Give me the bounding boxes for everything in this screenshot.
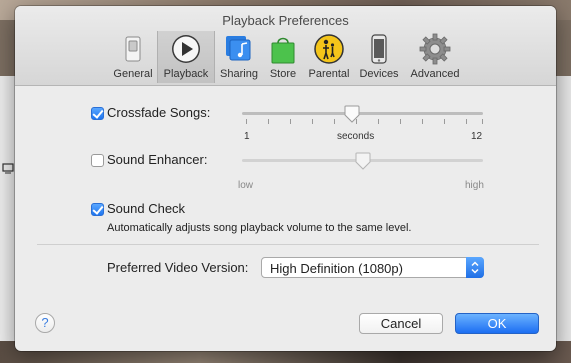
tab-devices-label: Devices [359, 68, 399, 80]
crossfade-tick [378, 119, 379, 124]
tab-sharing[interactable]: Sharing [215, 31, 263, 83]
switch-icon [125, 36, 141, 62]
crossfade-tick [466, 119, 467, 124]
video-version-select[interactable]: High Definition (1080p) [261, 257, 484, 278]
play-icon [172, 35, 200, 63]
tab-playback[interactable]: Playback [157, 31, 215, 83]
ok-button[interactable]: OK [455, 313, 539, 334]
sound-check-checkbox[interactable] [91, 203, 104, 216]
crossfade-unit-label: seconds [337, 131, 375, 142]
crossfade-checkbox[interactable] [91, 107, 104, 120]
tab-advanced-label: Advanced [410, 68, 460, 80]
enhancer-high-label: high [465, 180, 484, 191]
crossfade-tick [400, 119, 401, 124]
crossfade-min-label: 1 [244, 131, 250, 142]
enhancer-low-label: low [238, 180, 254, 191]
crossfade-tick [422, 119, 423, 124]
tab-store[interactable]: Store [263, 31, 303, 83]
window-title: Playback Preferences [222, 13, 349, 28]
divider [37, 244, 539, 245]
sound-enhancer-label: Sound Enhancer: [107, 152, 208, 167]
preferences-dialog: Playback Preferences General Playback Sh… [15, 6, 556, 351]
shopping-bag-icon [271, 37, 295, 64]
tab-playback-label: Playback [163, 68, 209, 80]
sound-check-label: Sound Check [107, 201, 186, 216]
crossfade-tick [312, 119, 313, 124]
crossfade-label: Crossfade Songs: [107, 105, 211, 120]
select-chevron-icon [466, 257, 484, 278]
sound-enhancer-checkbox[interactable] [91, 154, 104, 167]
cancel-button[interactable]: Cancel [359, 313, 443, 334]
crossfade-tick [444, 119, 445, 124]
toolbar: Playback Preferences General Playback Sh… [15, 6, 556, 86]
crossfade-tick [334, 119, 335, 124]
help-button[interactable]: ? [35, 313, 55, 333]
iphone-icon [371, 34, 387, 64]
crossfade-tick [290, 119, 291, 124]
display-icon [2, 163, 14, 174]
crossfade-tick [268, 119, 269, 124]
tab-store-label: Store [269, 68, 297, 80]
tab-advanced[interactable]: Advanced [405, 31, 465, 83]
crossfade-max-label: 12 [471, 131, 483, 142]
video-version-value: High Definition (1080p) [270, 261, 403, 276]
tab-parental-label: Parental [308, 68, 350, 80]
parental-control-icon [314, 34, 344, 64]
tab-general[interactable]: General [109, 31, 157, 83]
tab-general-label: General [113, 68, 153, 80]
tab-devices[interactable]: Devices [355, 31, 403, 83]
sound-check-description: Automatically adjusts song playback volu… [107, 222, 412, 234]
video-version-label: Preferred Video Version: [107, 260, 249, 275]
crossfade-slider-thumb[interactable] [344, 105, 360, 123]
crossfade-tick [246, 119, 247, 124]
crossfade-slider-track[interactable] [242, 112, 483, 115]
tab-sharing-label: Sharing [220, 68, 258, 80]
music-library-icon [226, 36, 251, 61]
enhancer-slider-thumb[interactable] [355, 152, 371, 170]
tab-parental[interactable]: Parental [303, 31, 355, 83]
gear-icon [419, 33, 451, 65]
crossfade-tick [482, 119, 483, 124]
